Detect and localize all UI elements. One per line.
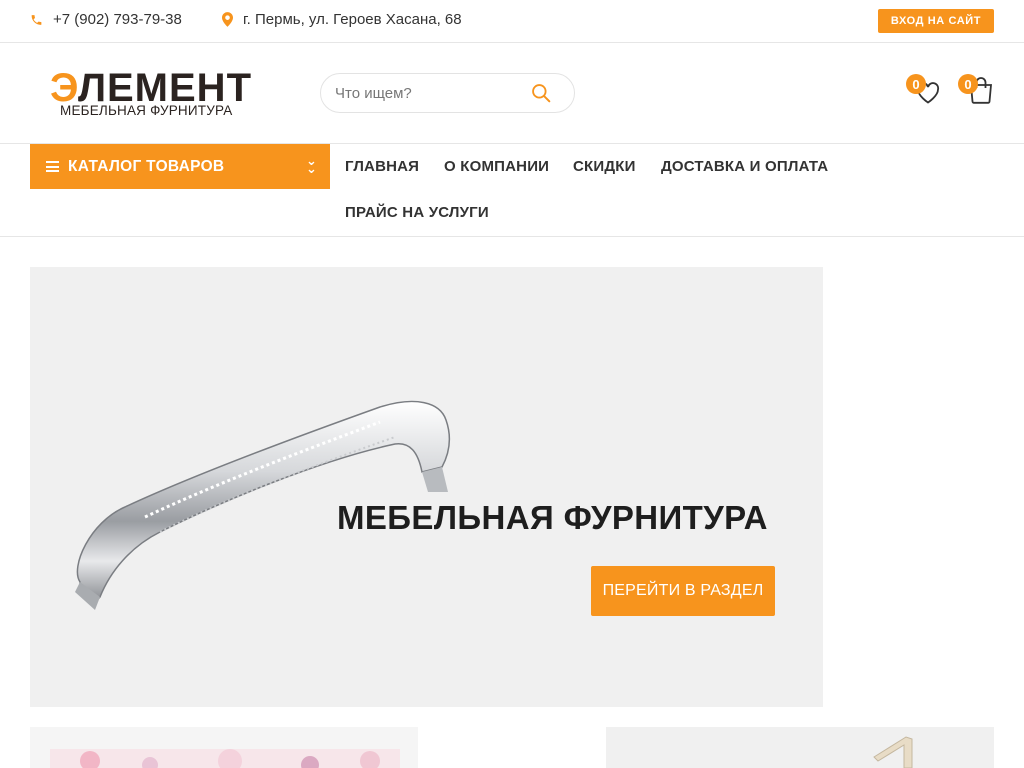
logo-subtitle: МЕБЕЛЬНАЯ ФУРНИТУРА [60, 103, 233, 118]
login-button[interactable]: ВХОД НА САЙТ [878, 9, 994, 33]
logo[interactable]: ЭЛЕМЕНТ МЕБЕЛЬНАЯ ФУРНИТУРА [50, 66, 260, 122]
nav-item-prices[interactable]: ПРАЙС НА УСЛУГИ [345, 204, 489, 221]
nav-item-delivery[interactable]: ДОСТАВКА И ОПЛАТА [661, 158, 828, 175]
search-icon[interactable] [531, 83, 551, 103]
catalog-label: КАТАЛОГ ТОВАРОВ [68, 158, 225, 175]
phone-icon [31, 14, 42, 25]
chevron-double-down-icon: ⌄ ⌄ [306, 153, 317, 176]
category-image-flowers [50, 749, 400, 768]
hero-banner: МЕБЕЛЬНАЯ ФУРНИТУРА ПЕРЕЙТИ В РАЗДЕЛ [30, 267, 823, 707]
category-image-frame [873, 736, 913, 768]
phone-contact[interactable]: +7 (902) 793-79-38 [30, 11, 182, 28]
map-pin-icon [222, 12, 233, 27]
category-card-right[interactable] [606, 727, 994, 768]
cart-count-badge: 0 [958, 74, 978, 94]
search-box [320, 73, 575, 113]
top-bar: +7 (902) 793-79-38 г. Пермь, ул. Героев … [0, 0, 1024, 43]
search-input[interactable] [335, 82, 525, 104]
go-to-section-button[interactable]: ПЕРЕЙТИ В РАЗДЕЛ [591, 566, 775, 616]
category-card-left[interactable] [30, 727, 418, 768]
address-text: г. Пермь, ул. Героев Хасана, 68 [243, 11, 462, 28]
cart-button[interactable]: 0 [958, 74, 998, 106]
phone-number: +7 (902) 793-79-38 [53, 11, 182, 28]
nav-item-discounts[interactable]: СКИДКИ [573, 158, 636, 175]
banner-title: МЕБЕЛЬНАЯ ФУРНИТУРА [337, 499, 768, 536]
nav-item-about[interactable]: О КОМПАНИИ [444, 158, 549, 175]
menu-icon [46, 161, 59, 172]
wishlist-button[interactable]: 0 [906, 74, 942, 106]
catalog-menu-button[interactable]: КАТАЛОГ ТОВАРОВ ⌄ ⌄ [30, 144, 330, 189]
nav-divider [0, 236, 1024, 237]
wishlist-count-badge: 0 [906, 74, 926, 94]
nav-item-home[interactable]: ГЛАВНАЯ [345, 158, 419, 175]
address-contact: г. Пермь, ул. Героев Хасана, 68 [222, 11, 462, 28]
